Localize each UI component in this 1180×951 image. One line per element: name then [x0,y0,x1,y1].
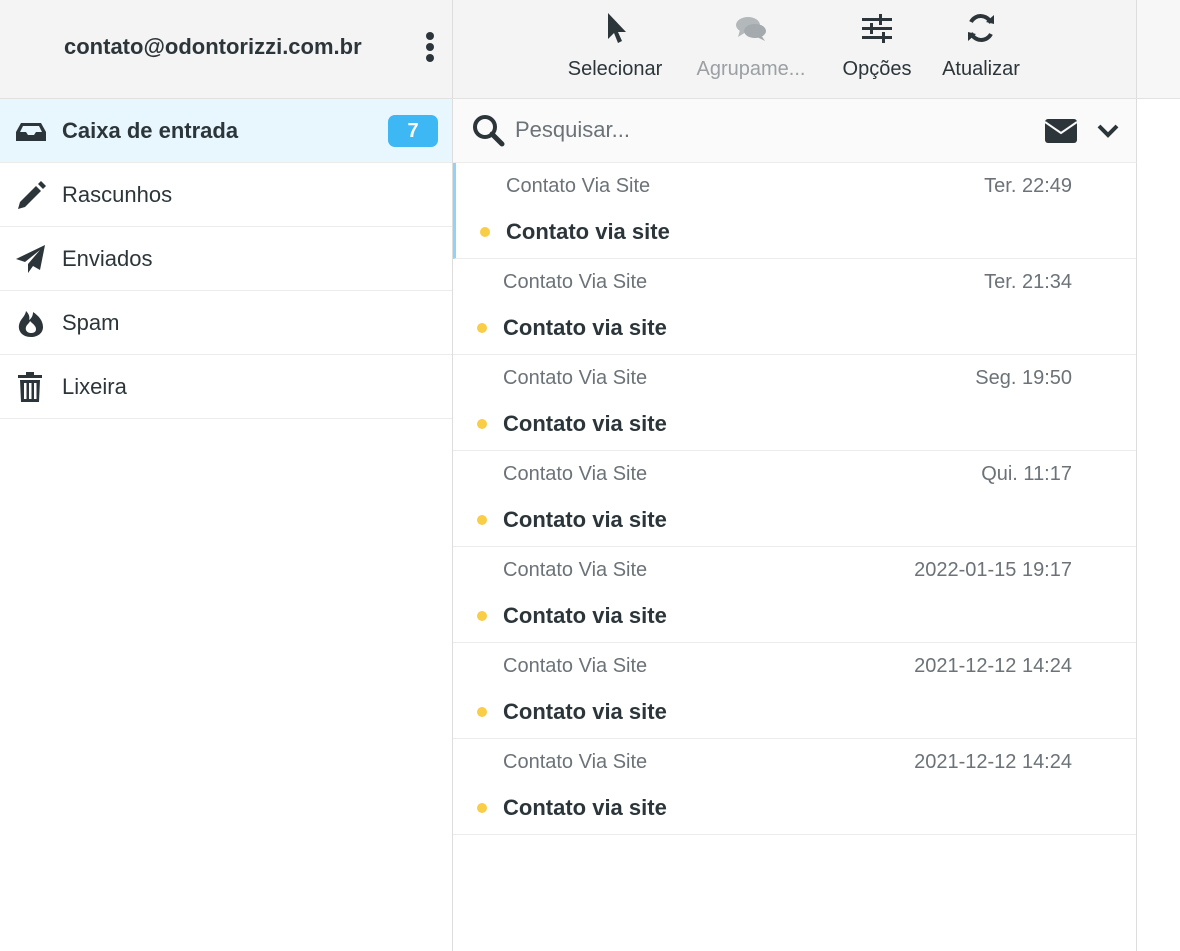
folder-label: Spam [62,310,120,335]
inbox-icon [16,123,46,141]
trash-icon [18,372,42,402]
message-date: Ter. 21:34 [984,271,1072,293]
message-subject: Contato via site [503,795,667,820]
message-sender: Contato Via Site [503,751,648,773]
message-date: Ter. 22:49 [984,175,1072,197]
folder-spam[interactable]: Spam [0,291,452,355]
message-sender: Contato Via Site [503,367,648,389]
unread-dot [480,227,490,237]
search-icon [473,115,505,147]
toolbar: Selecionar Agrupame... Opções Atualizar [453,0,1137,99]
message-sender: Contato Via Site [506,175,651,197]
message-sender: Contato Via Site [503,463,648,485]
grouping-button[interactable]: Agrupame... [689,10,813,88]
refresh-icon [968,14,994,42]
sliders-icon [862,14,892,43]
options-label: Opções [842,58,912,80]
message-row[interactable]: Contato Via Site Qui. 11:17 Contato via … [453,451,1136,547]
folder-inbox[interactable]: Caixa de entrada 7 [0,99,452,163]
unread-dot [477,419,487,429]
unread-count-badge: 7 [388,115,438,147]
paper-plane-icon [16,245,45,273]
folder-trash[interactable]: Lixeira [0,355,452,419]
refresh-label: Atualizar [942,58,1020,80]
message-date: 2022-01-15 19:17 [914,559,1072,581]
search-bar [453,99,1137,163]
pencil-icon [18,181,46,209]
unread-dot [477,803,487,813]
chevron-down-icon[interactable] [1096,119,1120,141]
right-panel-header [1137,0,1180,99]
folder-drafts[interactable]: Rascunhos [0,163,452,227]
message-subject: Contato via site [503,507,667,532]
fire-icon [18,311,43,337]
reading-pane [1137,99,1180,951]
kebab-icon[interactable] [420,30,440,64]
pointer-icon [608,13,626,43]
refresh-button[interactable]: Atualizar [937,10,1025,88]
folder-label: Rascunhos [62,182,173,207]
folder-label: Lixeira [62,374,127,399]
message-row[interactable]: Contato Via Site 2021-12-12 14:24 Contat… [453,643,1136,739]
comments-icon [736,17,766,41]
unread-dot [477,611,487,621]
message-date: 2021-12-12 14:24 [914,655,1072,677]
message-list: Contato Via Site Ter. 22:49 Contato via … [453,163,1137,951]
message-subject: Contato via site [503,603,667,628]
unread-dot [477,707,487,717]
unread-dot [477,515,487,525]
account-email: contato@odontorizzi.com.br [64,34,362,59]
message-subject: Contato via site [506,219,670,244]
select-button[interactable]: Selecionar [564,10,666,88]
envelope-icon[interactable] [1044,117,1078,145]
folder-label: Enviados [62,246,153,271]
message-row[interactable]: Contato Via Site Ter. 22:49 Contato via … [453,163,1136,259]
message-row[interactable]: Contato Via Site 2021-12-12 14:24 Contat… [453,739,1136,835]
folder-label: Caixa de entrada [62,118,239,143]
message-date: Seg. 19:50 [975,367,1072,389]
message-row[interactable]: Contato Via Site Ter. 21:34 Contato via … [453,259,1136,355]
message-row[interactable]: Contato Via Site Seg. 19:50 Contato via … [453,355,1136,451]
message-date: Qui. 11:17 [981,463,1072,485]
folder-sent[interactable]: Enviados [0,227,452,291]
message-sender: Contato Via Site [503,655,648,677]
message-row[interactable]: Contato Via Site 2022-01-15 19:17 Contat… [453,547,1136,643]
options-button[interactable]: Opções [837,10,917,88]
message-date: 2021-12-12 14:24 [914,751,1072,773]
folder-sidebar: Caixa de entrada 7 Rascunhos Enviados Sp… [0,99,453,951]
select-label: Selecionar [567,58,663,80]
message-sender: Contato Via Site [503,559,648,581]
message-subject: Contato via site [503,411,667,436]
account-header: contato@odontorizzi.com.br [0,0,453,99]
message-subject: Contato via site [503,699,667,724]
message-sender: Contato Via Site [503,271,648,293]
search-input[interactable] [515,111,1015,149]
grouping-label: Agrupame... [696,58,806,80]
message-subject: Contato via site [503,315,667,340]
unread-dot [477,323,487,333]
